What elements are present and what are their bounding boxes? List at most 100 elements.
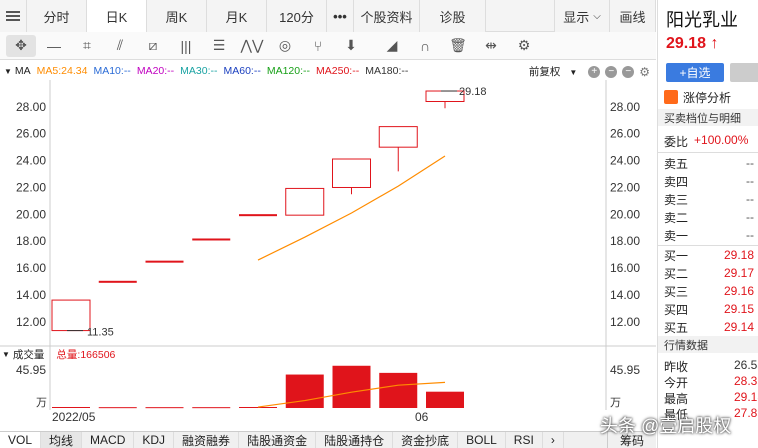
- candle-body: [145, 260, 184, 263]
- tabs-scroll-right-icon[interactable]: ›: [543, 432, 564, 448]
- ask-price: --: [746, 228, 754, 242]
- limit-up-analysis[interactable]: 涨停分析: [664, 88, 731, 106]
- sidebar-toggle-icon[interactable]: [0, 0, 27, 32]
- display-menu-button[interactable]: 显示 ⌵: [554, 0, 610, 32]
- indicator-tab-bar: VOL 均线 MACD KDJ 融资融券 陆股通资金 陆股通持仓 资金抄底 BO…: [0, 431, 656, 448]
- candle: [239, 214, 277, 217]
- chevron-down-icon: ⌵: [593, 10, 601, 22]
- crop-icon[interactable]: ⌗: [72, 35, 102, 57]
- ma180-value: MA180:--: [365, 65, 409, 77]
- candle: [285, 187, 325, 216]
- x-axis-label: 06: [415, 410, 429, 424]
- zoom-in-icon[interactable]: +: [588, 65, 601, 78]
- fan-icon[interactable]: ⫽: [105, 35, 135, 57]
- ask-row: 卖五 --: [664, 154, 754, 172]
- text-box-icon[interactable]: ☰: [204, 35, 234, 57]
- limit-up-icon: [664, 90, 678, 104]
- y-tick-label-right: 22.00: [610, 180, 640, 194]
- tab-diagnose[interactable]: 诊股: [420, 0, 486, 32]
- volume-y-tick-right: 45.95: [610, 363, 640, 377]
- collapse-icon[interactable]: ⇹: [476, 35, 506, 57]
- fork-icon[interactable]: ⑂: [303, 35, 333, 57]
- chart-settings-icon[interactable]: ⚙: [639, 65, 650, 79]
- tab-120-min[interactable]: 120分: [267, 0, 327, 32]
- secondary-button[interactable]: [730, 63, 758, 82]
- line-segment-icon[interactable]: —: [39, 35, 69, 57]
- zoom-out-icon[interactable]: −: [605, 65, 618, 78]
- candle: [51, 299, 91, 332]
- ma60-value: MA60:--: [223, 65, 261, 77]
- tab-bottom-fishing[interactable]: 资金抄底: [393, 432, 459, 448]
- tab-monthly-k[interactable]: 月K: [207, 0, 267, 32]
- tab-rsi[interactable]: RSI: [506, 432, 543, 448]
- tab-more[interactable]: •••: [327, 0, 354, 32]
- bid-row: 买四 29.15: [664, 300, 754, 318]
- candle: [192, 238, 231, 241]
- ask-row: 卖四 --: [664, 172, 754, 190]
- tab-ma[interactable]: 均线: [41, 432, 83, 448]
- collapse-arrow-icon[interactable]: ▼: [2, 350, 10, 359]
- stock-name: 阳光乳业: [666, 10, 738, 30]
- orderbook-title[interactable]: 买卖档位与明细: [658, 109, 758, 126]
- tab-weekly-k[interactable]: 周K: [147, 0, 207, 32]
- up-arrow-icon: ↑: [710, 35, 719, 52]
- tab-northbound-holding[interactable]: 陆股通持仓: [316, 432, 394, 448]
- bid-row: 买五 29.14: [664, 318, 754, 336]
- volume-unit-right: 万: [610, 396, 621, 409]
- market-data-title[interactable]: 行情数据: [658, 336, 758, 353]
- price-value: 29.18: [666, 35, 707, 52]
- gann-grid-icon[interactable]: |||: [171, 35, 201, 57]
- bid-label: 买二: [664, 266, 689, 281]
- tab-timeshare[interactable]: 分时: [27, 0, 87, 32]
- tab-daily-k[interactable]: 日K: [87, 0, 147, 32]
- eraser-icon[interactable]: ◢: [377, 35, 407, 57]
- stock-price: 29.18 ↑: [666, 35, 719, 53]
- tab-margin[interactable]: 融资融券: [174, 432, 240, 448]
- volume-total: 总量:166506: [56, 348, 116, 361]
- ma-legend-bar: ▼ MA MA5:24.34 MA10:-- MA20:-- MA30:-- M…: [0, 62, 656, 80]
- market-row: 最高 29.18: [664, 390, 758, 406]
- collapse-arrow-icon[interactable]: ▼: [4, 67, 12, 76]
- cycle-icon[interactable]: ◎: [270, 35, 300, 57]
- tab-northbound-flow[interactable]: 陆股通资金: [239, 432, 317, 448]
- volume-bar: [426, 391, 464, 408]
- volume-bar: [192, 407, 231, 409]
- y-tick-label-right: 14.00: [610, 288, 640, 302]
- wave-icon[interactable]: ⋀⋁: [237, 35, 267, 57]
- bid-label: 买五: [664, 320, 689, 335]
- bid-price: 29.16: [723, 284, 754, 298]
- y-tick-label-left: 20.00: [16, 207, 46, 221]
- adjust-mode-select[interactable]: 前复权 ▼: [529, 64, 583, 79]
- volume-bar: [52, 406, 90, 408]
- parallel-channel-icon[interactable]: ⧄: [138, 35, 168, 57]
- arrow-down-icon[interactable]: ⬇: [336, 35, 366, 57]
- candle: [145, 260, 184, 263]
- tab-stock-profile[interactable]: 个股资料: [354, 0, 420, 32]
- minimize-icon[interactable]: −: [622, 65, 635, 78]
- ma250-value: MA250:--: [316, 65, 360, 77]
- kline-chart[interactable]: 12.00 12.00 14.00 14.00 16.00 16.00 18.00 18.00…: [0, 80, 656, 430]
- add-watchlist-button[interactable]: +自选: [666, 63, 724, 82]
- ma-label[interactable]: MA: [15, 65, 31, 77]
- y-tick-label-left: 18.00: [16, 234, 46, 248]
- settings-icon[interactable]: ⚙: [509, 35, 539, 57]
- ask-row: 卖一 --: [664, 226, 754, 244]
- bid-label: 买三: [664, 284, 689, 299]
- candle-body: [332, 158, 371, 188]
- ask-label: 卖三: [664, 192, 689, 207]
- volume-title: 成交量: [12, 348, 45, 361]
- tab-vol[interactable]: VOL: [0, 432, 42, 448]
- tab-boll[interactable]: BOLL: [458, 432, 506, 448]
- adjust-mode-label: 前复权: [528, 66, 561, 78]
- draw-line-button[interactable]: 画线: [610, 0, 656, 32]
- magnet-icon[interactable]: ∩: [410, 35, 440, 57]
- ma120-value: MA120:--: [266, 65, 311, 77]
- volume-unit-left: 万: [36, 396, 47, 409]
- tab-macd[interactable]: MACD: [82, 432, 135, 448]
- tab-kdj[interactable]: KDJ: [134, 432, 175, 448]
- candle: [332, 158, 371, 195]
- x-axis-label: 2022/05: [52, 410, 96, 424]
- trash-icon[interactable]: 🗑: [443, 35, 473, 57]
- ask-price: --: [746, 210, 754, 224]
- move-crosshair-icon[interactable]: ✥: [6, 34, 36, 57]
